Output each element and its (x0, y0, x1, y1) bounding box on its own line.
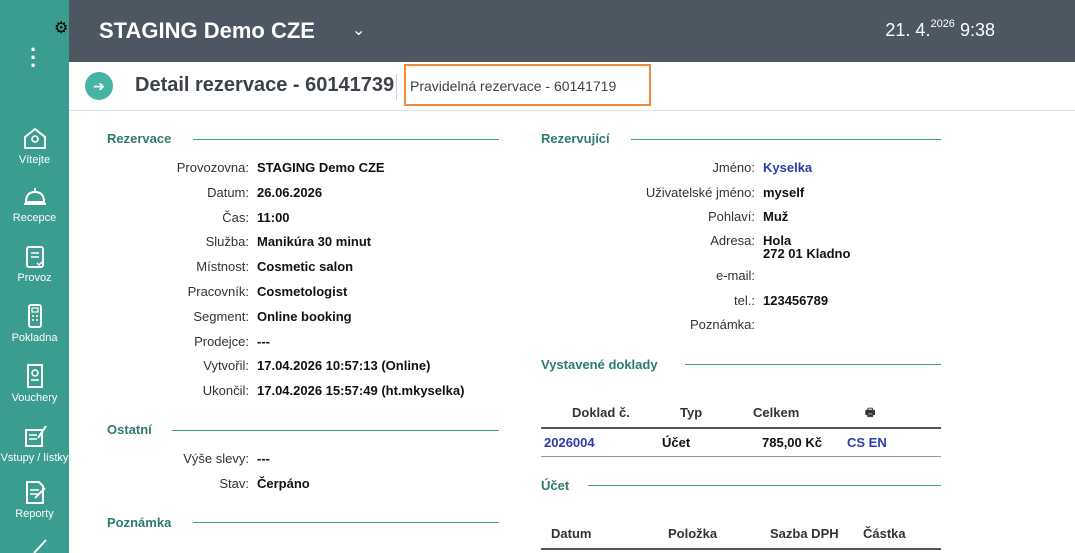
booker-note-label: Poznámka: (689, 317, 755, 332)
detail-label: Datum: (207, 184, 249, 200)
document-total: 785,00 Kč (762, 435, 822, 450)
document-number-link[interactable]: 2026004 (544, 435, 595, 450)
sidebar-item-label: Vítejte (18, 154, 51, 166)
home-icon (23, 127, 46, 149)
section-title-poznamka: Poznámka (107, 515, 172, 530)
more-menu-icon[interactable]: · · · (30, 39, 37, 77)
bell-icon (23, 188, 46, 205)
voucher-icon (26, 364, 43, 388)
detail-value: Čerpáno (257, 476, 310, 491)
detail-value: 17.04.2026 10:57:13 (Online) (257, 358, 431, 374)
section-divider (588, 485, 941, 486)
clock-date: 21. 4. (885, 20, 931, 40)
booker-address-label: Adresa: (710, 233, 755, 248)
detail-value: Manikúra 30 minut (257, 234, 372, 250)
clock: 21. 4.2026 9:38 (885, 18, 995, 41)
top-bar: STAGING Demo CZE ⌄ 21. 4.2026 9:38 (69, 0, 1075, 62)
detail-label: Prodejce: (194, 333, 249, 349)
sidebar-item-label: Pokladna (11, 332, 58, 344)
detail-label: Místnost: (196, 259, 249, 275)
report-icon (25, 481, 46, 504)
detail-label: Segment: (193, 308, 249, 324)
section-divider (685, 364, 941, 365)
sidebar-item-label: Reporty (15, 508, 54, 520)
detail-header: ➔ Detail rezervace - 60141739 Pravidelná… (69, 62, 1075, 111)
column-header-datum: Datum (551, 526, 592, 541)
sidebar-item-vouchery[interactable]: Vouchery (0, 362, 69, 404)
sidebar-item-label: Vouchery (11, 392, 58, 404)
detail-value: 17.04.2026 15:57:49 (ht.mkyselka) (257, 383, 465, 399)
section-divider (631, 139, 941, 140)
booker-name-link[interactable]: Kyselka (763, 160, 812, 175)
detail-label: Stav: (219, 476, 249, 491)
booker-username-label: Uživatelské jméno: (645, 185, 755, 200)
booker-phone: 123456789 (763, 293, 829, 308)
sidebar-item-label: Recepce (12, 212, 57, 224)
section-divider (193, 139, 499, 140)
chevron-down-icon[interactable]: ⌄ (352, 20, 365, 40)
document-type: Účet (662, 435, 691, 450)
booker-address-line2: 272 01 Kladno (763, 246, 851, 261)
detail-label: Výše slevy: (183, 451, 249, 466)
sidebar-item-provoz[interactable]: Provoz (0, 242, 69, 284)
section-title-ostatni: Ostatní (107, 422, 152, 437)
pencil-icon[interactable] (30, 538, 50, 553)
cash-register-icon (27, 304, 42, 328)
column-header-doklad: Doklad č. (572, 405, 630, 420)
section-title-rezervujici: Rezervující (541, 131, 610, 146)
sidebar-item-recepce[interactable]: Recepce (0, 182, 69, 224)
regular-reservation-link[interactable]: Pravidelná rezervace - 60141719 (404, 64, 651, 106)
detail-value: Cosmetologist (257, 284, 348, 299)
table-row-divider (541, 456, 941, 457)
print-icon[interactable]: 🖶 (865, 404, 875, 423)
detail-label: Vytvořil: (203, 358, 249, 374)
section-divider (193, 522, 499, 523)
detail-label: Čas: (222, 209, 249, 225)
booker-gender-label: Pohlaví: (708, 209, 755, 224)
sidebar: · · · Vítejte Recepce Provoz Pokladna Vouc… (0, 0, 69, 553)
detail-value: 11:00 (257, 209, 290, 225)
sidebar-item-pokladna[interactable]: Pokladna (0, 302, 69, 344)
column-header-polozka: Položka (668, 526, 718, 541)
column-header-celkem: Celkem (753, 405, 800, 420)
table-header-divider (541, 427, 941, 429)
detail-label: Provozovna: (176, 160, 249, 175)
detail-label: Ukončil: (202, 383, 249, 399)
page-title: Detail rezervace - 60141739 (135, 74, 395, 96)
clock-year: 2026 (930, 18, 955, 30)
table-header-divider (541, 548, 941, 550)
sidebar-item-reporty[interactable]: Reporty (0, 478, 69, 520)
booker-phone-label: tel.: (734, 293, 755, 308)
section-title-doklady: Vystavené doklady (541, 357, 658, 372)
booker-name-label: Jméno: (712, 160, 755, 175)
section-title-ucet: Účet (541, 478, 570, 493)
section-title-rezervace: Rezervace (107, 131, 172, 146)
app-title[interactable]: STAGING Demo CZE (99, 18, 315, 44)
detail-value: 26.06.2026 (257, 184, 323, 200)
sidebar-item-label: Vstupy / lístky (0, 452, 69, 464)
detail-value: Online booking (257, 308, 352, 324)
booker-gender: Muž (763, 209, 789, 224)
detail-label: Pracovník: (187, 284, 249, 299)
clock-time: 9:38 (959, 20, 995, 40)
detail-value: --- (257, 451, 270, 466)
document-language-links[interactable]: CS EN (847, 435, 887, 450)
booker-username: myself (763, 185, 805, 200)
sidebar-item-vstupy[interactable]: Vstupy / lístky (0, 422, 69, 464)
column-header-castka: Částka (863, 526, 906, 541)
booker-email-label: e-mail: (715, 268, 755, 283)
detail-value: --- (257, 333, 270, 349)
detail-value: STAGING Demo CZE (257, 160, 385, 175)
clipboard-icon (25, 246, 44, 268)
section-divider (172, 430, 499, 431)
detail-label: Služba: (205, 234, 249, 250)
column-header-typ: Typ (680, 405, 703, 420)
ticket-icon (24, 425, 47, 447)
arrow-right-icon[interactable]: ➔ (85, 72, 113, 100)
sidebar-item-vitejte[interactable]: Vítejte (0, 124, 69, 166)
sidebar-item-label: Provoz (17, 272, 52, 284)
divider (396, 74, 397, 100)
column-header-sazba-dph: Sazba DPH (770, 526, 839, 541)
detail-value: Cosmetic salon (257, 259, 354, 275)
